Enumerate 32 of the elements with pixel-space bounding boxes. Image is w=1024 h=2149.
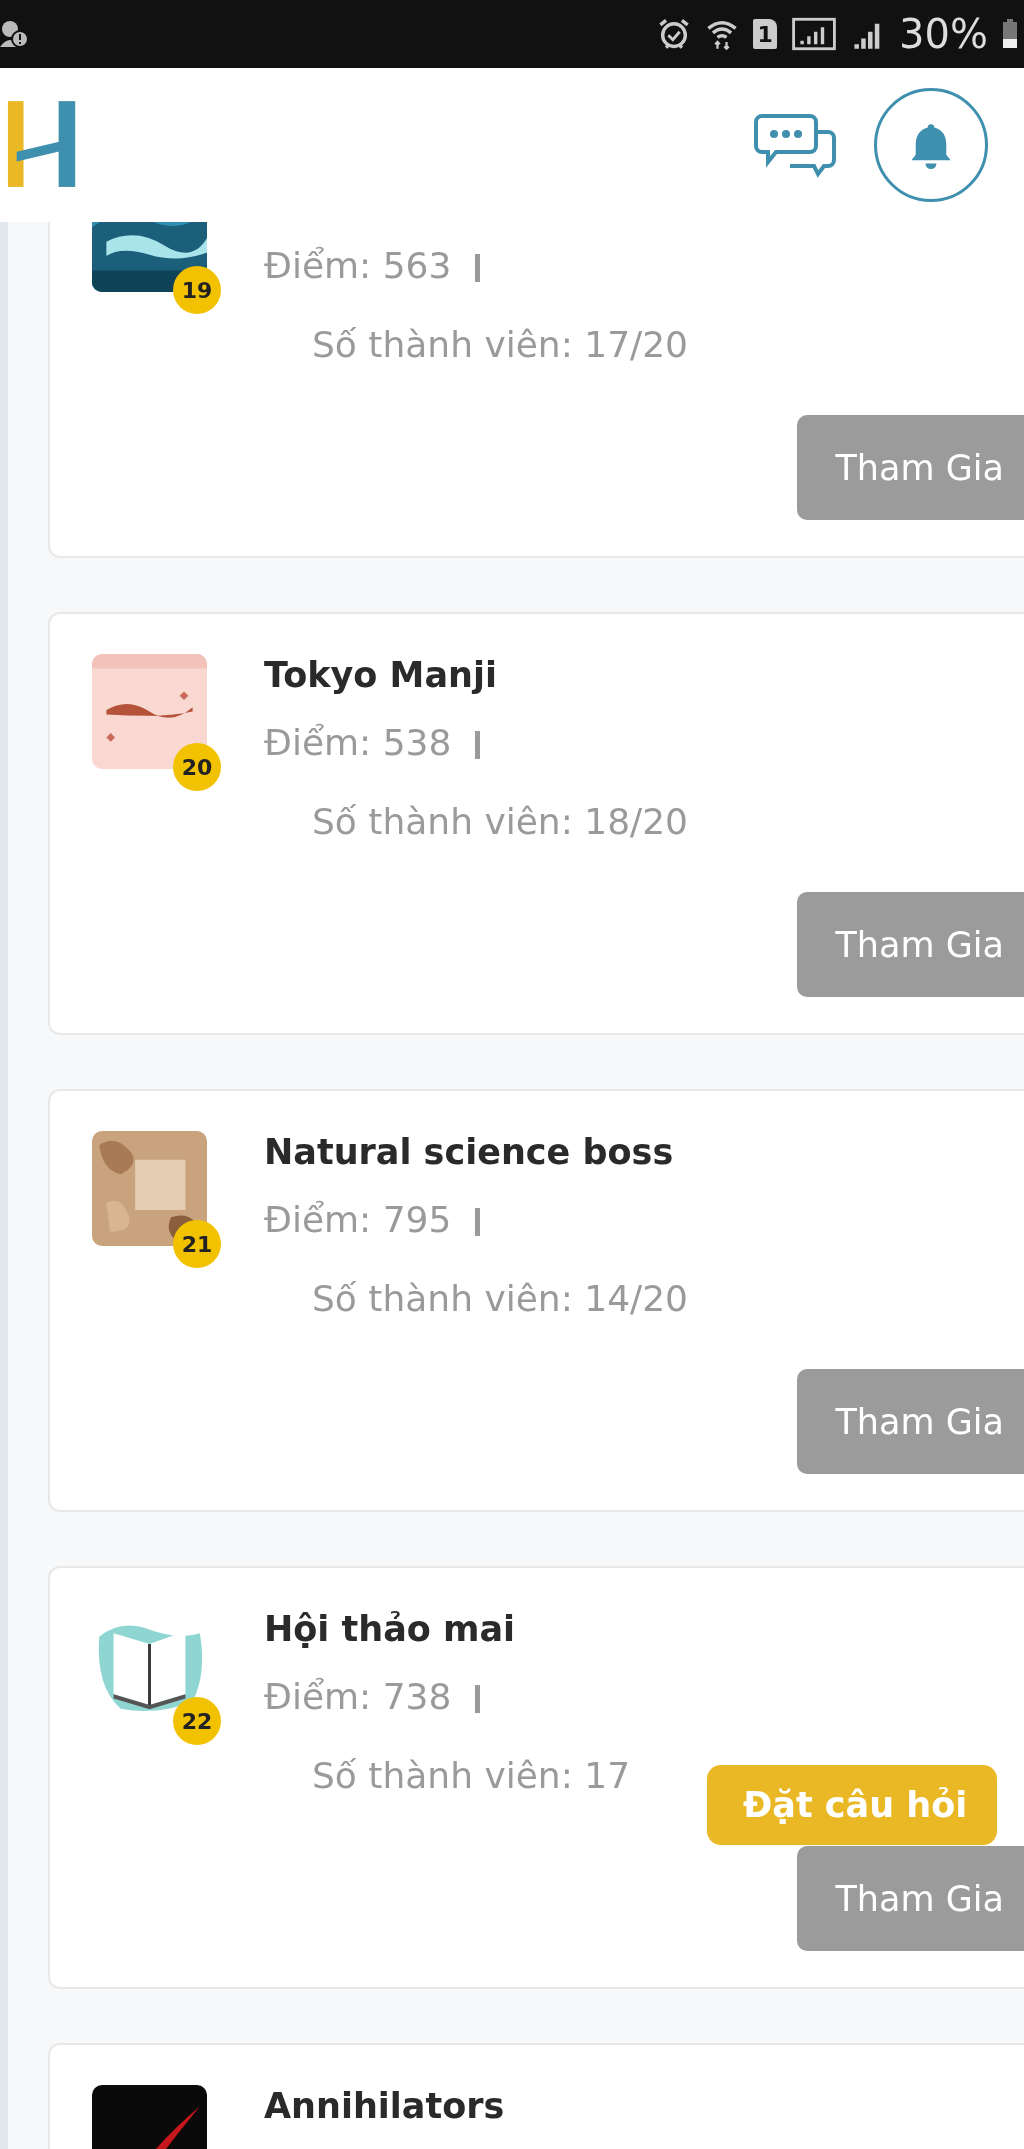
join-button[interactable]: Tham Gia xyxy=(797,892,1024,997)
group-name: Natural science boss xyxy=(264,1132,674,1172)
chat-icon[interactable] xyxy=(754,112,838,178)
signal-icon xyxy=(791,17,838,51)
join-button[interactable]: Tham Gia xyxy=(797,1369,1024,1474)
rank-badge: 20 xyxy=(173,743,221,791)
score-text: Điểm: 538 xyxy=(264,721,452,763)
join-button[interactable]: Tham Gia xyxy=(797,415,1024,520)
bell-icon xyxy=(909,121,953,169)
sim-card-indicator: 1 xyxy=(753,19,778,49)
battery-percentage: 30% xyxy=(899,14,988,54)
group-name: Annihilators xyxy=(264,2086,505,2126)
rank-badge: 22 xyxy=(173,1697,221,1745)
rank-badge: 19 xyxy=(173,266,221,314)
separator-bar xyxy=(475,1208,481,1236)
group-name: Tokyo Manji xyxy=(264,655,497,695)
join-button[interactable]: Tham Gia xyxy=(797,1846,1024,1951)
separator-bar xyxy=(475,731,481,759)
group-name: Hội thảo mai xyxy=(264,1609,516,1649)
member-count: Số thành viên: 17 xyxy=(312,1754,631,1798)
member-count: Số thành viên: 18/20 xyxy=(312,800,688,844)
score-text: Điểm: 738 xyxy=(264,1675,452,1717)
battery-icon xyxy=(1002,18,1018,50)
member-count: Số thành viên: 17/20 xyxy=(312,323,688,367)
alarm-icon xyxy=(657,17,692,51)
score-text: Điểm: 563 xyxy=(264,244,452,286)
separator-bar xyxy=(475,1685,481,1713)
member-count: Số thành viên: 14/20 xyxy=(312,1277,688,1321)
rank-badge: 21 xyxy=(173,1220,221,1268)
separator-bar xyxy=(475,254,481,282)
ask-question-tooltip[interactable]: Đặt câu hỏi xyxy=(707,1765,998,1845)
score-text: Điểm: 795 xyxy=(264,1198,452,1240)
